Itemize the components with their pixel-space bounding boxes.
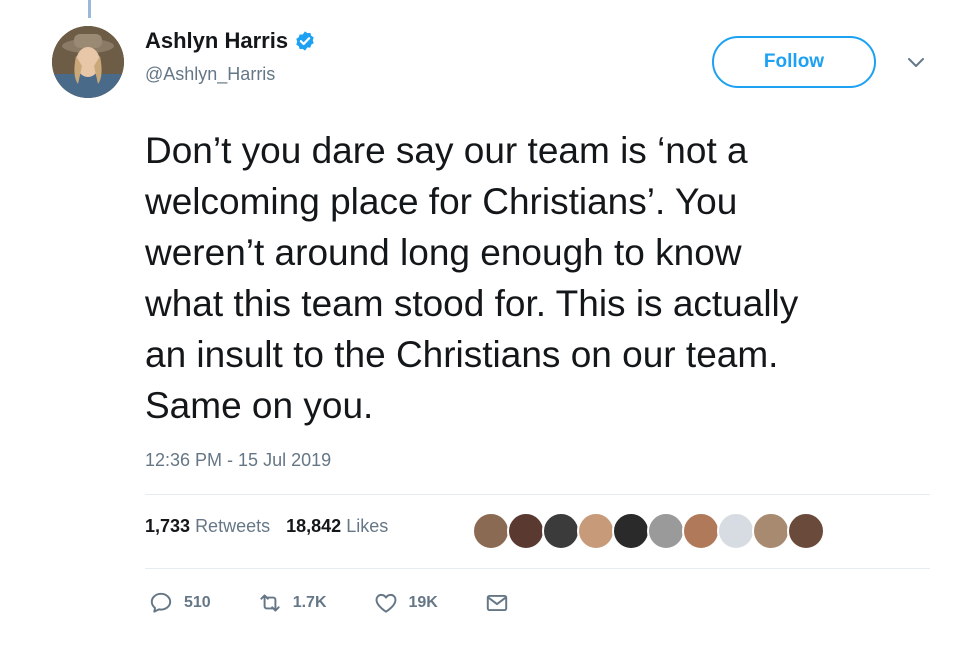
reply-action[interactable]: 510 [148,590,211,616]
retweet-action[interactable]: 1.7K [257,590,327,616]
liker-avatar[interactable] [542,512,580,550]
reply-icon [150,592,172,613]
retweets-stat[interactable]: 1,733 Retweets [145,516,270,537]
envelope-icon [486,594,508,612]
liker-avatar[interactable] [577,512,615,550]
follow-button[interactable]: Follow [712,36,876,88]
chevron-down-icon[interactable] [906,56,926,70]
divider [145,494,930,495]
likes-count: 18,842 [286,516,342,536]
like-action[interactable]: 19K [373,590,438,616]
liker-avatar[interactable] [752,512,790,550]
retweets-count: 1,733 [145,516,191,536]
liker-avatar[interactable] [787,512,825,550]
retweet-count: 1.7K [292,594,327,611]
user-info: Ashlyn Harris @Ashlyn_Harris [145,28,316,85]
liker-avatars [472,512,825,550]
liker-avatar[interactable] [612,512,650,550]
display-name[interactable]: Ashlyn Harris [145,28,288,54]
user-handle[interactable]: @Ashlyn_Harris [145,64,316,85]
liker-avatar[interactable] [717,512,755,550]
likes-label: Likes [346,516,389,536]
avatar-image [52,26,124,98]
retweets-label: Retweets [195,516,271,536]
tweet-stats: 1,733 Retweets 18,842 Likes [145,516,388,537]
heart-icon [375,593,396,613]
liker-avatar[interactable] [647,512,685,550]
liker-avatar[interactable] [682,512,720,550]
divider [145,568,930,569]
liker-avatar[interactable] [472,512,510,550]
thread-connector-line [88,0,91,18]
avatar[interactable] [52,26,124,98]
like-count: 19K [408,594,438,611]
verified-badge-icon [296,31,314,51]
tweet-timestamp[interactable]: 12:36 PM - 15 Jul 2019 [145,450,331,471]
tweet-text: Don’t you dare say our team is ‘not a we… [145,130,799,426]
reply-count: 510 [184,594,211,611]
retweet-icon [260,594,280,612]
direct-message-action[interactable] [484,590,510,616]
likes-stat[interactable]: 18,842 Likes [286,516,388,537]
liker-avatar[interactable] [507,512,545,550]
tweet-actions: 510 1.7K 19K [148,590,556,616]
